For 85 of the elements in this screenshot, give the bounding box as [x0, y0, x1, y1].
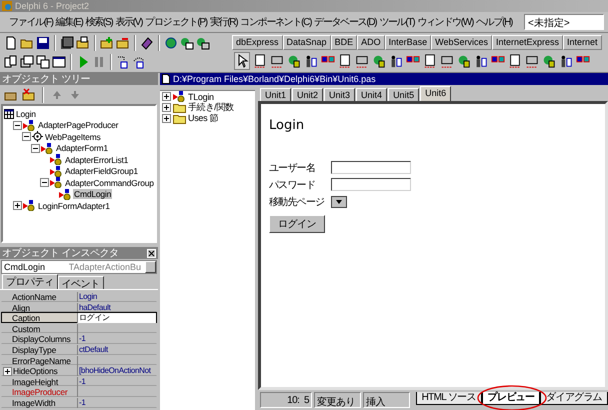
- explorer-item[interactable]: 手続き/関数: [188, 101, 234, 114]
- tree-item[interactable]: AdapterForm1: [55, 143, 109, 154]
- menu-item[interactable]: プロジェクト(P): [144, 14, 208, 30]
- property-row[interactable]: ErrorPageName: [1, 354, 157, 366]
- tree-item[interactable]: AdapterFieldGroup1: [64, 166, 139, 176]
- property-name: DisplayColumns: [2, 334, 78, 344]
- menu-item[interactable]: 表示(V): [114, 14, 144, 30]
- property-row[interactable]: ImageWidth -1: [1, 396, 157, 408]
- menu-item[interactable]: ヘルプ(H): [474, 14, 514, 30]
- login-button[interactable]: ログイン: [269, 215, 325, 233]
- field-label: 移動先ページ: [269, 196, 326, 208]
- object-name: CmdLogin: [4, 262, 46, 272]
- palette-tab[interactable]: dbExpress: [232, 35, 283, 50]
- menu-item[interactable]: 実行(R): [208, 14, 238, 30]
- tree-item[interactable]: WebPageItems: [44, 132, 102, 142]
- property-row[interactable]: DisplayColumns -1: [1, 333, 157, 344]
- page-heading: Login: [269, 118, 304, 133]
- panel-title: オブジェクト インスペクタ: [2, 246, 118, 260]
- property-name: Custom: [2, 324, 78, 334]
- property-value: Login: [78, 292, 98, 302]
- inspector-tab[interactable]: プロパティ: [2, 274, 58, 289]
- menu-item[interactable]: 編集(E): [54, 14, 84, 30]
- field-label: パスワード: [269, 178, 316, 192]
- property-name: ErrorPageName: [2, 356, 78, 366]
- palette-tab[interactable]: BDE: [330, 35, 358, 50]
- tree-item[interactable]: AdapterErrorList1: [64, 154, 130, 165]
- property-row[interactable]: ActionName Login: [1, 291, 157, 302]
- property-row[interactable]: Custom: [1, 322, 157, 334]
- property-row[interactable]: ImageHeight -1: [1, 376, 157, 386]
- property-name: HideOptions: [2, 366, 78, 376]
- explorer-item[interactable]: Uses 節: [188, 112, 218, 125]
- view-tab[interactable]: HTML ソース: [416, 392, 482, 405]
- unit-tab[interactable]: Unit3: [324, 88, 356, 101]
- window-title: Delphi 6 - Project2: [15, 1, 90, 11]
- unit-tab[interactable]: Unit6: [420, 86, 452, 101]
- tree-item[interactable]: LoginFormAdapter1: [37, 200, 111, 211]
- tree-item[interactable]: AdapterPageProducer: [37, 120, 120, 130]
- menu-item[interactable]: コンポーネント(C): [239, 14, 312, 30]
- property-value: ctDefault: [78, 344, 110, 355]
- property-name: ImageHeight: [2, 376, 78, 387]
- palette-tab[interactable]: DataSnap: [282, 35, 331, 50]
- palette-tab[interactable]: WebServices: [431, 35, 492, 50]
- tree-item[interactable]: CmdLogin: [73, 189, 112, 200]
- menu-item[interactable]: 検索(S): [84, 14, 114, 30]
- unit-tab[interactable]: Unit5: [388, 88, 420, 101]
- object-type: TAdapterActionBu: [68, 262, 141, 272]
- tree-item[interactable]: AdapterCommandGroup: [64, 178, 155, 188]
- property-value: ログイン: [78, 313, 156, 324]
- property-value: -1: [78, 398, 87, 408]
- menu-item[interactable]: データベース(D): [313, 14, 378, 30]
- unit-tab[interactable]: Unit2: [292, 88, 324, 101]
- property-name: ImageProducer: [2, 387, 78, 398]
- property-row[interactable]: HideOptions [bhoHideOnActionNot: [1, 365, 157, 376]
- property-row[interactable]: DisplayType ctDefault: [1, 344, 157, 355]
- property-name: ImageWidth: [2, 398, 78, 408]
- property-value: haDefault: [78, 302, 112, 313]
- property-name: DisplayType: [2, 344, 78, 355]
- panel-title: オブジェクト ツリー: [2, 72, 90, 86]
- menu-item[interactable]: ツール(T): [378, 14, 416, 30]
- unit-tab[interactable]: Unit1: [260, 88, 292, 101]
- field-label: ユーザー名: [269, 162, 316, 174]
- property-name: ActionName: [2, 292, 78, 302]
- cursor-position: 10: 5: [260, 392, 312, 408]
- menu-item[interactable]: ウィンドウ(W): [416, 14, 474, 30]
- property-value: [bhoHideOnActionNot: [78, 366, 152, 376]
- palette-tab[interactable]: ADO: [357, 35, 385, 50]
- object-selector[interactable]: CmdLogin TAdapterActionBu: [1, 260, 157, 274]
- insert-mode: 挿入: [362, 392, 410, 408]
- palette-tab[interactable]: InternetExpress: [492, 35, 564, 50]
- view-tab[interactable]: プレビュー: [482, 392, 540, 405]
- desktop-combo[interactable]: <未指定>: [524, 14, 604, 30]
- unit-tab[interactable]: Unit4: [356, 88, 388, 101]
- property-row[interactable]: ImageProducer: [1, 386, 157, 397]
- property-value: -1: [78, 334, 87, 344]
- explorer-item[interactable]: TLogin: [188, 92, 214, 102]
- inspector-tab[interactable]: イベント: [58, 276, 104, 289]
- menu-item[interactable]: ファイル(F): [8, 14, 54, 30]
- property-row[interactable]: Caption ログイン: [1, 312, 157, 323]
- file-path: D:¥Program Files¥Borland¥Delphi6¥Bin¥Unit6.pas: [173, 74, 376, 84]
- property-value: -1: [78, 376, 87, 387]
- palette-tab[interactable]: InterBase: [384, 35, 432, 50]
- modified-status: 変更あり: [314, 392, 361, 408]
- view-tab[interactable]: ダイアグラム: [540, 392, 608, 405]
- palette-tab[interactable]: Internet: [563, 35, 602, 50]
- tree-item[interactable]: Login: [15, 108, 37, 119]
